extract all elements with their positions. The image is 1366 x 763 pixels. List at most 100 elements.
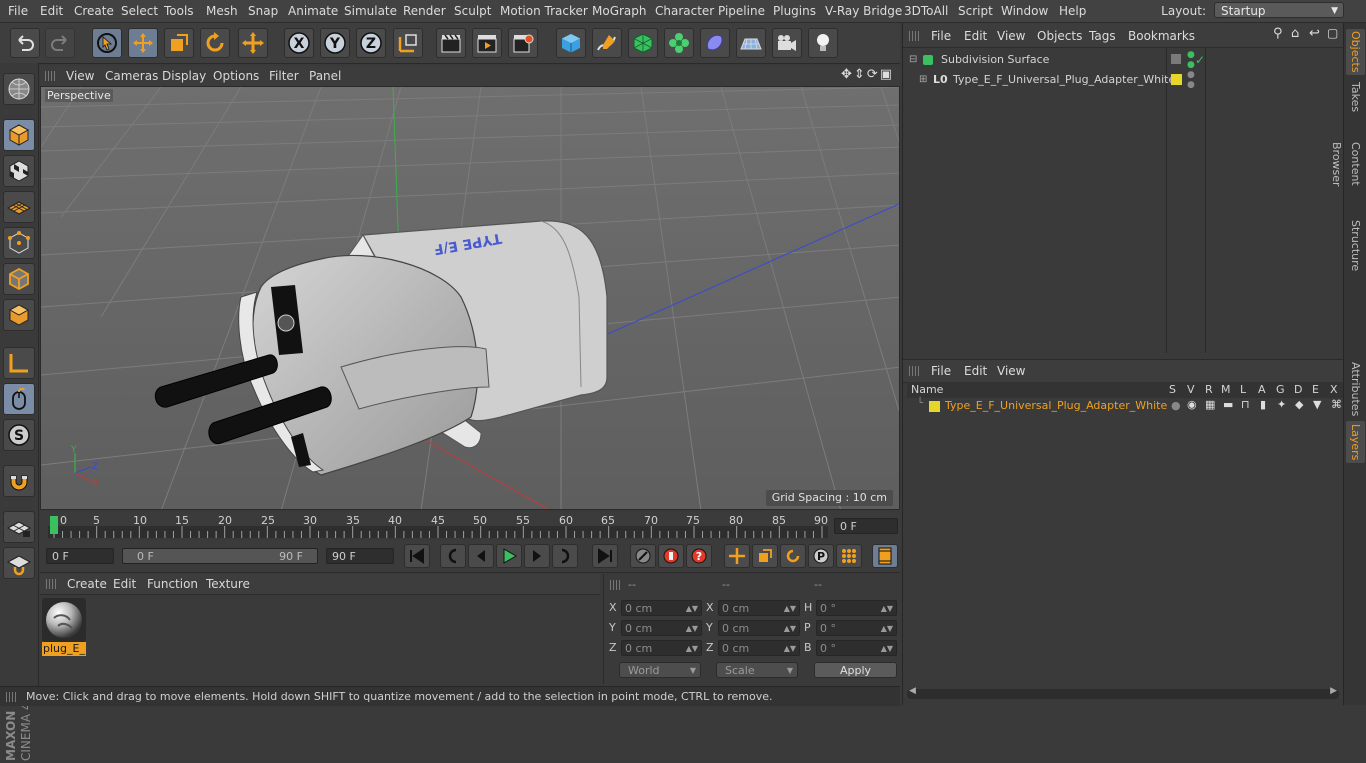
scale-tool-button[interactable] <box>164 28 194 58</box>
column-animation[interactable]: A <box>1258 382 1266 398</box>
key-parameter-button[interactable]: P <box>808 544 834 568</box>
column-render[interactable]: R <box>1205 382 1213 398</box>
menu-vray-bridge[interactable]: V-Ray Bridge <box>825 0 902 22</box>
column-manager[interactable]: M <box>1221 382 1231 398</box>
clapboard-icon[interactable]: ▦ <box>1205 398 1215 411</box>
keyframe-selection-button[interactable]: ? <box>686 544 712 568</box>
make-editable-button[interactable] <box>3 73 35 105</box>
position-x-field[interactable]: 0 cm ▲▼ <box>621 600 702 616</box>
search-icon[interactable]: ⚲ <box>1273 26 1283 41</box>
go-to-end-button[interactable] <box>592 544 618 568</box>
rotation-b-field[interactable]: 0 ° ▲▼ <box>816 640 897 656</box>
coordinate-system-button[interactable] <box>393 28 423 58</box>
viewport-menu-display[interactable]: Display <box>162 66 206 86</box>
viewport-menu-options[interactable]: Options <box>213 66 259 86</box>
menu-script[interactable]: Script <box>958 0 993 22</box>
viewport-nav-icons[interactable]: ✥⇕⟳▣ <box>841 67 894 82</box>
solo-dot-icon[interactable]: ● <box>1171 399 1181 412</box>
tab-structure[interactable]: Structure <box>1346 219 1365 273</box>
add-mograph-cloner-button[interactable] <box>664 28 694 58</box>
tab-takes[interactable]: Takes <box>1346 81 1365 113</box>
visibility-dots-icon[interactable]: ● ● <box>1187 50 1195 70</box>
menu-help[interactable]: Help <box>1059 0 1086 22</box>
menu-3dtoall[interactable]: 3DToAll <box>904 0 948 22</box>
layer-horizontal-scrollbar[interactable]: ◀ ▶ <box>907 686 1339 699</box>
playhead[interactable] <box>50 516 58 534</box>
edges-mode-button[interactable] <box>3 263 35 295</box>
move-tool-button[interactable] <box>128 28 158 58</box>
current-frame-field[interactable]: 0 F <box>834 518 898 534</box>
transform-tool-button[interactable] <box>238 28 268 58</box>
object-menu-edit[interactable]: Edit <box>964 23 987 47</box>
visibility-dots-icon[interactable]: ● ● <box>1187 70 1195 90</box>
add-subdivision-button[interactable] <box>628 28 658 58</box>
generator-icon[interactable]: ✦ <box>1277 398 1286 411</box>
next-key-button[interactable] <box>552 544 578 568</box>
workplane-mode-button[interactable] <box>3 191 35 223</box>
tab-content-browser[interactable]: Content Browser <box>1330 119 1365 209</box>
polygons-mode-button[interactable] <box>3 299 35 331</box>
model-mode-button[interactable] <box>3 119 35 151</box>
viewport-perspective[interactable]: TYPE E/F Y Z X Perspective Grid Spacing … <box>40 86 900 510</box>
layer-menu-file[interactable]: File <box>931 360 951 382</box>
layout-select[interactable]: Startup ▼ <box>1214 2 1344 18</box>
key-scale-button[interactable] <box>752 544 778 568</box>
go-to-start-button[interactable] <box>404 544 430 568</box>
layer-row[interactable]: └ Type_E_F_Universal_Plug_Adapter_White … <box>907 398 1343 416</box>
object-menu-tags[interactable]: Tags <box>1089 23 1116 47</box>
end-frame-field[interactable]: 90 F <box>326 548 394 564</box>
column-name[interactable]: Name <box>911 382 943 398</box>
next-frame-button[interactable] <box>524 544 550 568</box>
material-menu-create[interactable]: Create <box>67 574 107 594</box>
object-menu-objects[interactable]: Objects <box>1037 23 1082 47</box>
eye-icon[interactable]: ◉ <box>1187 398 1197 411</box>
menu-tools[interactable]: Tools <box>164 0 194 22</box>
viewport-menu-cameras[interactable]: Cameras <box>105 66 158 86</box>
add-light-button[interactable] <box>808 28 838 58</box>
tab-attributes[interactable]: Attributes <box>1346 361 1365 417</box>
timeline-ruler[interactable]: 0 5 10 15 20 25 30 35 40 45 50 55 60 65 … <box>40 512 900 538</box>
layer-color-swatch[interactable] <box>1171 74 1182 85</box>
menu-mograph[interactable]: MoGraph <box>592 0 647 22</box>
menu-create[interactable]: Create <box>74 0 114 22</box>
material-swatch[interactable] <box>42 598 86 642</box>
xref-icon[interactable]: ⌘ <box>1331 398 1342 411</box>
add-floor-button[interactable] <box>736 28 766 58</box>
object-menu-view[interactable]: View <box>997 23 1025 47</box>
add-spline-pen-button[interactable] <box>592 28 622 58</box>
previous-key-button[interactable] <box>440 544 466 568</box>
start-frame-field[interactable]: 0 F <box>46 548 114 564</box>
object-row-subdivision[interactable]: ⊟ Subdivision Surface ● ● ✓ <box>909 50 1339 70</box>
menu-render[interactable]: Render <box>403 0 446 22</box>
tree-collapse-icon[interactable]: ⊟ <box>909 50 917 70</box>
column-view[interactable]: V <box>1187 382 1195 398</box>
z-axis-button[interactable]: Z <box>356 28 386 58</box>
layer-color-swatch[interactable] <box>929 401 940 412</box>
add-camera-button[interactable] <box>772 28 802 58</box>
redo-button[interactable] <box>45 28 75 58</box>
expression-icon[interactable]: ▼ <box>1313 398 1321 411</box>
tab-objects[interactable]: Objects <box>1346 29 1365 75</box>
size-z-field[interactable]: 0 cm ▲▼ <box>718 640 800 656</box>
lock-icon[interactable]: ⊓ <box>1241 398 1250 411</box>
layer-name[interactable]: Type_E_F_Universal_Plug_Adapter_White <box>945 399 1167 412</box>
solo-mode-button[interactable]: S <box>3 419 35 451</box>
x-axis-button[interactable]: X <box>284 28 314 58</box>
add-deformer-button[interactable] <box>700 28 730 58</box>
key-pla-button[interactable] <box>836 544 862 568</box>
menu-sculpt[interactable]: Sculpt <box>454 0 491 22</box>
column-deformers[interactable]: D <box>1294 382 1302 398</box>
back-icon[interactable]: ↩ <box>1309 26 1320 41</box>
timeline-window-button[interactable] <box>872 544 898 568</box>
key-rotation-button[interactable] <box>780 544 806 568</box>
locked-workplane-button[interactable] <box>3 511 35 543</box>
column-expressions[interactable]: E <box>1312 382 1319 398</box>
material-menu-edit[interactable]: Edit <box>113 574 136 594</box>
menu-plugins[interactable]: Plugins <box>773 0 816 22</box>
points-mode-button[interactable] <box>3 227 35 259</box>
layer-menu-view[interactable]: View <box>997 360 1025 382</box>
render-picture-viewer-button[interactable] <box>472 28 502 58</box>
rotate-tool-button[interactable] <box>200 28 230 58</box>
menu-mesh[interactable]: Mesh <box>206 0 238 22</box>
render-settings-button[interactable] <box>508 28 538 58</box>
